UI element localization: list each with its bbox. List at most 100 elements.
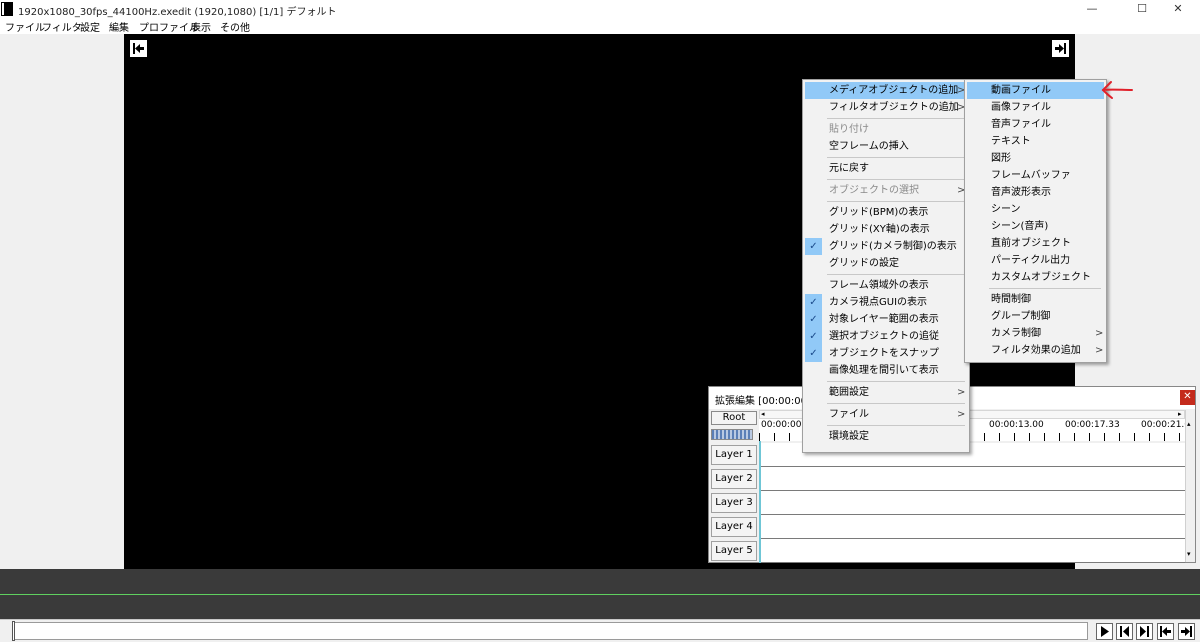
submenu-item-label: 時間制御 [991, 294, 1031, 305]
layer-row: Layer 2 [709, 467, 1185, 491]
layer-track[interactable] [759, 467, 1185, 491]
seek-handle[interactable] [12, 621, 15, 641]
submenu-item[interactable]: テキスト [967, 133, 1104, 150]
chevron-right-icon: > [957, 409, 966, 420]
context-menu-item[interactable]: ✓ 対象レイヤー範囲の表示 [805, 311, 967, 328]
submenu-item[interactable]: 図形 [967, 150, 1104, 167]
timeline-cursor[interactable] [759, 441, 761, 563]
extended-edit-close-button[interactable]: ✕ [1180, 390, 1195, 405]
check-icon: ✓ [805, 311, 822, 328]
layer-track[interactable] [759, 491, 1185, 515]
submenu-item[interactable]: パーティクル出力 [967, 252, 1104, 269]
submenu-item[interactable]: 時間制御 [967, 291, 1104, 308]
root-button[interactable]: Root [711, 411, 757, 425]
submenu-item[interactable]: 直前オブジェクト [967, 235, 1104, 252]
context-menu-item[interactable]: グリッド(XY軸)の表示 [805, 221, 967, 238]
timeline-scale-slider[interactable] [711, 429, 753, 440]
context-menu-item-label: 範囲設定 [829, 387, 869, 398]
context-menu-item[interactable]: 空フレームの挿入 [805, 138, 967, 155]
menu-other[interactable]: その他 [220, 19, 250, 34]
chevron-right-icon: > [1095, 345, 1104, 356]
menu-profile[interactable]: プロファイル [139, 19, 199, 34]
menu-filter[interactable]: フィルタ [42, 19, 82, 34]
frame-start-icon[interactable] [129, 39, 148, 58]
submenu-item[interactable]: シーン [967, 201, 1104, 218]
media-object-submenu: 動画ファイル画像ファイル 音声ファイル テキスト図形フレームバッファ 音声波形表示シー… [964, 79, 1107, 363]
context-menu-item[interactable]: フィルタオブジェクトの追加 > [805, 99, 967, 116]
context-menu-item[interactable]: 元に戻す [805, 160, 967, 177]
submenu-item-label: シーン(音声) [991, 221, 1049, 232]
layer-button[interactable]: Layer 1 [711, 445, 757, 465]
context-menu-item[interactable]: ✓ 選択オブジェクトの追従 [805, 328, 967, 345]
window-title: 1920x1080_30fps_44100Hz.exedit (1920,108… [18, 7, 337, 18]
jump-end-icon[interactable] [1178, 623, 1195, 640]
chevron-right-icon: > [1095, 328, 1104, 339]
layer-track[interactable] [759, 539, 1185, 563]
scroll-up-icon[interactable]: ▴ [1187, 420, 1191, 428]
submenu-item[interactable]: 音声波形表示 [967, 184, 1104, 201]
layer-button[interactable]: Layer 2 [711, 469, 757, 489]
play-icon[interactable] [1096, 623, 1113, 640]
context-menu-item[interactable]: ファイル > [805, 406, 967, 423]
submenu-item[interactable]: 画像ファイル [967, 99, 1104, 116]
context-menu-item-label: 選択オブジェクトの追従 [829, 331, 939, 342]
context-menu-item[interactable]: ✓ グリッド(カメラ制御)の表示 [805, 238, 967, 255]
context-menu-item[interactable]: 範囲設定 > [805, 384, 967, 401]
submenu-item[interactable]: カスタムオブジェクト [967, 269, 1104, 286]
context-menu-item[interactable]: フレーム領域外の表示 [805, 277, 967, 294]
timeline-vertical-scrollbar[interactable]: ▴ ▾ [1185, 410, 1195, 562]
submenu-item[interactable]: グループ制御 [967, 308, 1104, 325]
layer-row: Layer 5 [709, 539, 1185, 563]
menu-edit[interactable]: 編集 [109, 19, 129, 34]
submenu-item-label: 動画ファイル [991, 85, 1051, 96]
submenu-item-label: カメラ制御 [991, 328, 1041, 339]
menu-separator [827, 274, 965, 275]
context-menu-item[interactable]: グリッドの設定 [805, 255, 967, 272]
menu-separator [827, 403, 965, 404]
jump-start-icon[interactable] [1157, 623, 1174, 640]
layer-row: Layer 4 [709, 515, 1185, 539]
menu-view[interactable]: 表示 [191, 19, 211, 34]
context-menu-item-label: 貼り付け [829, 124, 869, 135]
scroll-down-icon[interactable]: ▾ [1187, 550, 1191, 558]
submenu-item-label: 図形 [991, 153, 1011, 164]
menu-settings[interactable]: 設定 [80, 19, 100, 34]
context-menu-item[interactable]: グリッド(BPM)の表示 [805, 204, 967, 221]
context-menu-item[interactable]: 画像処理を間引いて表示 [805, 362, 967, 379]
context-menu-item-label: フレーム領域外の表示 [829, 280, 929, 291]
submenu-item[interactable]: フィルタ効果の追加 > [967, 342, 1104, 359]
context-menu-item[interactable]: ✓ オブジェクトをスナップ [805, 345, 967, 362]
context-menu-item[interactable]: ✓ カメラ視点GUIの表示 [805, 294, 967, 311]
submenu-item-label: シーン [991, 204, 1021, 215]
submenu-item-label: グループ制御 [991, 311, 1051, 322]
step-forward-icon[interactable] [1136, 623, 1153, 640]
annotation-arrow-icon [1101, 81, 1133, 99]
frame-end-icon[interactable] [1051, 39, 1070, 58]
seek-slider[interactable] [14, 622, 1088, 640]
chevron-right-icon: > [957, 387, 966, 398]
context-menu-item-label: 空フレームの挿入 [829, 141, 909, 152]
submenu-item[interactable]: シーン(音声) [967, 218, 1104, 235]
submenu-item[interactable]: 動画ファイル [967, 82, 1104, 99]
context-menu-item-label: グリッドの設定 [829, 258, 899, 269]
context-menu-item-label: メディアオブジェクトの追加 [829, 85, 959, 96]
layer-button[interactable]: Layer 3 [711, 493, 757, 513]
context-menu-item[interactable]: メディアオブジェクトの追加 > [805, 82, 967, 99]
submenu-item[interactable]: 音声ファイル [967, 116, 1104, 133]
menu-separator [827, 425, 965, 426]
close-button[interactable]: ✕ [1156, 0, 1200, 18]
scroll-left-icon[interactable]: ◂ [761, 411, 765, 418]
minimize-button[interactable]: — [1070, 0, 1114, 18]
layer-button[interactable]: Layer 4 [711, 517, 757, 537]
menu-file[interactable]: ファイル [5, 19, 45, 34]
context-menu-item[interactable]: 環境設定 [805, 428, 967, 445]
seek-area[interactable] [0, 569, 1200, 619]
context-menu-item: オブジェクトの選択 > [805, 182, 967, 199]
step-back-icon[interactable] [1116, 623, 1133, 640]
submenu-item[interactable]: カメラ制御 > [967, 325, 1104, 342]
layer-track[interactable] [759, 515, 1185, 539]
submenu-item[interactable]: フレームバッファ [967, 167, 1104, 184]
submenu-item-label: カスタムオブジェクト [991, 272, 1091, 283]
layer-button[interactable]: Layer 5 [711, 541, 757, 561]
scroll-right-icon[interactable]: ▸ [1178, 411, 1182, 418]
